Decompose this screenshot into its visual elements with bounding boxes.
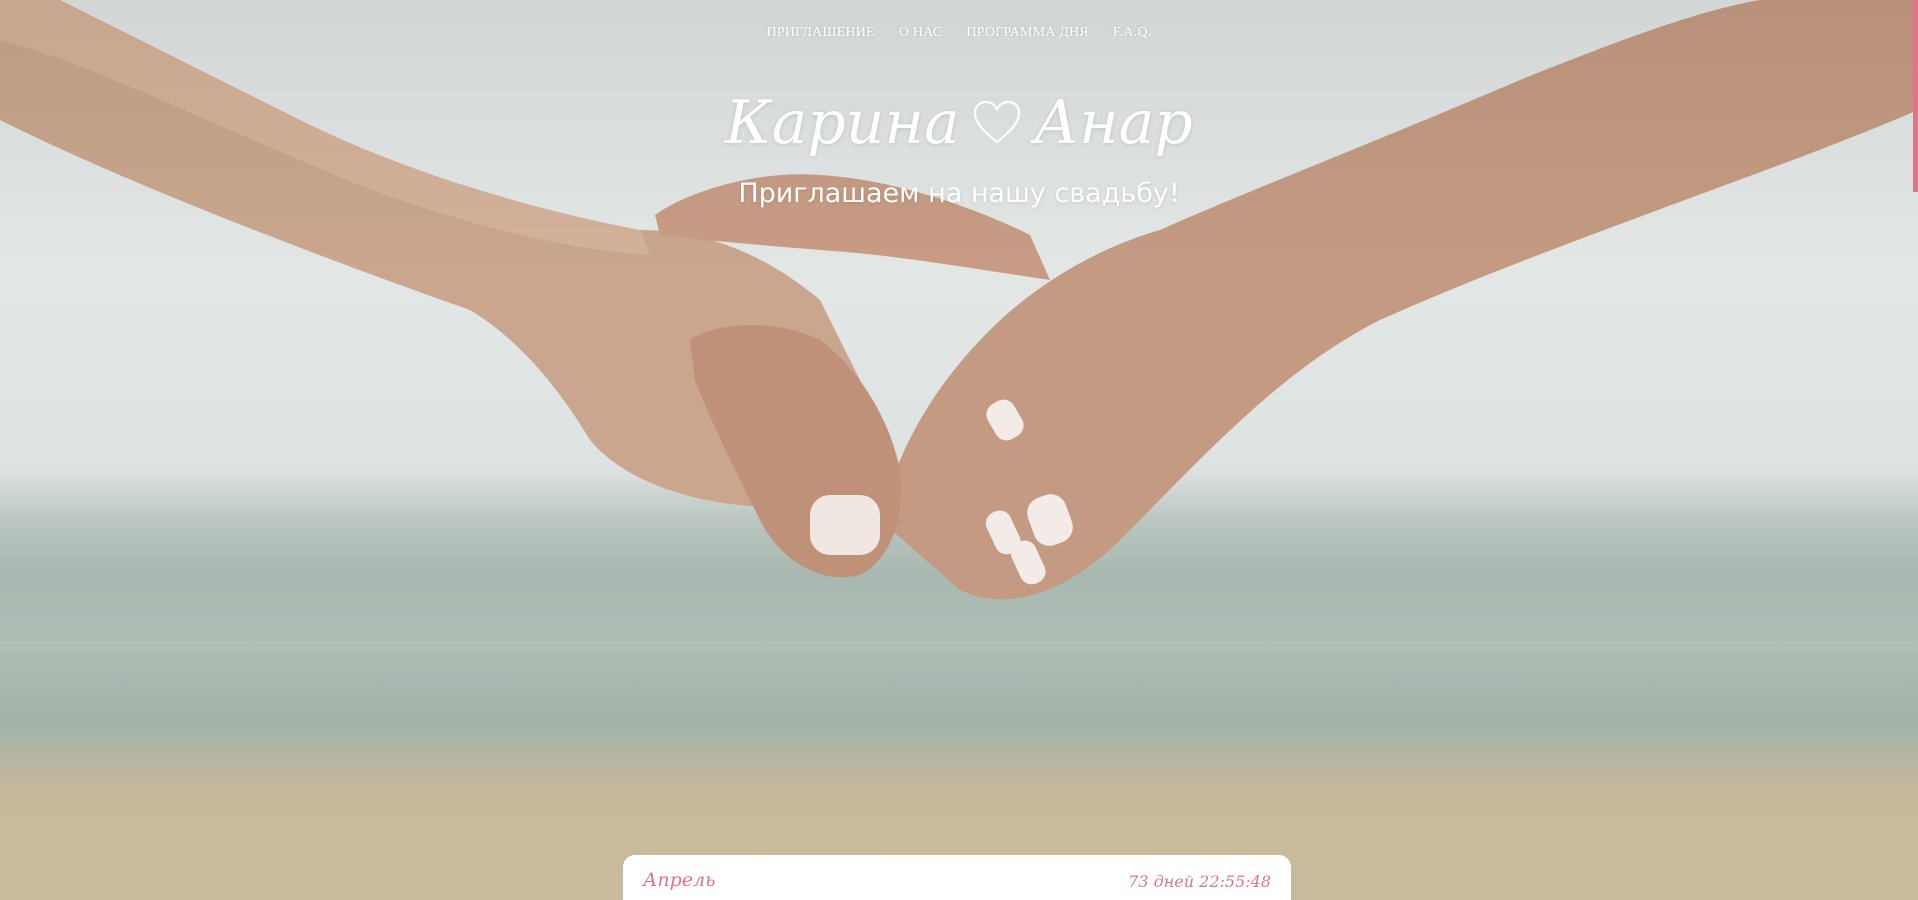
nav-item-about[interactable]: О НАС	[899, 25, 942, 41]
countdown-month: Апрель	[643, 869, 716, 891]
countdown-timer: 73 дней 22:55:48	[1128, 872, 1271, 891]
nav-item-faq[interactable]: F.A.Q.	[1113, 25, 1152, 41]
heart-outline-icon	[973, 100, 1020, 144]
countdown-card: Апрель 73 дней 22:55:48	[623, 855, 1291, 900]
nav-item-program[interactable]: ПРОГРАММА ДНЯ	[966, 25, 1088, 41]
groom-name: Анар	[1033, 88, 1193, 158]
top-navigation: ПРИГЛАШЕНИЕ О НАС ПРОГРАММА ДНЯ F.A.Q.	[0, 25, 1918, 41]
couple-names: Карина Анар	[0, 88, 1918, 158]
bride-name: Карина	[725, 88, 960, 158]
hero-subtitle: Приглашаем на нашу свадьбу!	[738, 178, 1180, 209]
nav-item-invitation[interactable]: ПРИГЛАШЕНИЕ	[767, 25, 875, 41]
